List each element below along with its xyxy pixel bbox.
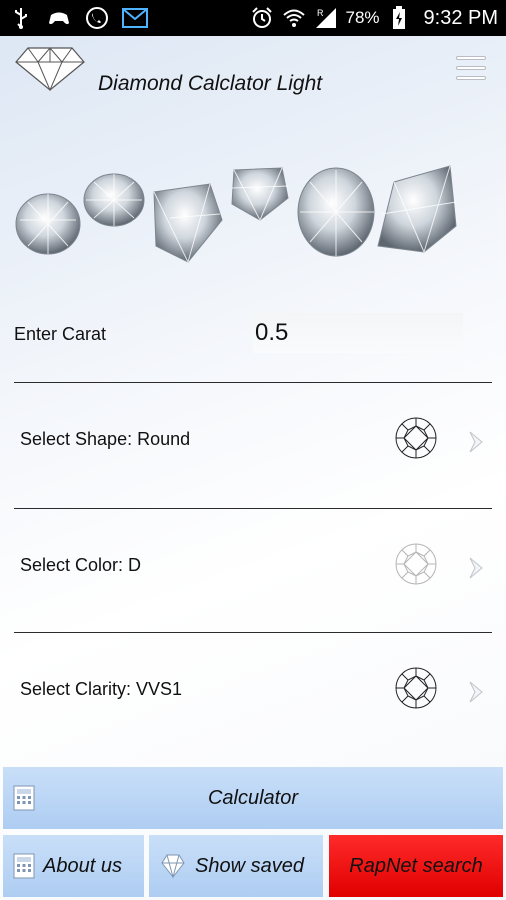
calculator-icon	[13, 785, 35, 811]
diamonds-banner-image	[15, 165, 457, 263]
diamond-icon	[161, 853, 185, 879]
show-saved-label: Show saved	[195, 854, 304, 877]
phone-icon	[84, 5, 110, 31]
round-diamond-icon	[394, 542, 438, 586]
divider	[14, 508, 492, 509]
select-clarity-row[interactable]: Select Clarity: VVS1	[0, 634, 506, 754]
show-saved-button[interactable]: Show saved	[149, 835, 323, 897]
chevron-right-icon[interactable]	[466, 680, 486, 704]
battery-percent: 78%	[345, 8, 380, 27]
mail-icon	[122, 5, 148, 31]
carat-label: Enter Carat	[14, 324, 107, 344]
select-color-label: Select Color: D	[20, 555, 142, 575]
chevron-right-icon[interactable]	[466, 430, 486, 454]
battery-icon	[386, 5, 412, 31]
divider	[14, 632, 492, 633]
calculator-button[interactable]: Calculator	[3, 767, 503, 829]
calculator-label: Calculator	[207, 786, 299, 809]
carat-input[interactable]	[253, 313, 463, 353]
menu-icon[interactable]	[456, 56, 486, 80]
usb-icon	[8, 5, 34, 31]
header: Diamond Calclator Light	[0, 36, 506, 126]
gamepad-icon	[46, 5, 72, 31]
select-color-row[interactable]: Select Color: D	[0, 510, 506, 630]
signal-icon: R	[313, 5, 339, 31]
svg-text:R: R	[317, 8, 324, 18]
select-shape-row[interactable]: Select Shape: Round	[0, 384, 506, 504]
chevron-right-icon[interactable]	[466, 556, 486, 580]
app-title: Diamond Calclator Light	[98, 72, 323, 95]
status-bar: R 78% 9:32 PM	[0, 0, 506, 36]
select-shape-label: Select Shape: Round	[20, 429, 191, 449]
divider	[14, 382, 492, 383]
clock: 9:32 PM	[423, 6, 498, 29]
menu-bar	[456, 56, 486, 60]
wifi-icon	[281, 5, 307, 31]
menu-bar	[456, 66, 486, 70]
rapnet-search-label: RapNet search	[349, 854, 483, 877]
app-screen: Diamond Calclator Light Enter Carat 0.5 …	[0, 36, 506, 900]
round-diamond-icon	[394, 416, 438, 460]
about-us-label: About us	[43, 854, 122, 877]
calculator-icon	[13, 853, 35, 879]
rapnet-search-button[interactable]: RapNet search	[329, 835, 503, 897]
about-us-button[interactable]: About us	[3, 835, 144, 897]
select-clarity-label: Select Clarity: VVS1	[20, 679, 183, 699]
round-diamond-icon	[394, 666, 438, 710]
diamond-logo-icon	[14, 46, 86, 92]
menu-bar	[456, 76, 486, 80]
alarm-icon	[249, 5, 275, 31]
